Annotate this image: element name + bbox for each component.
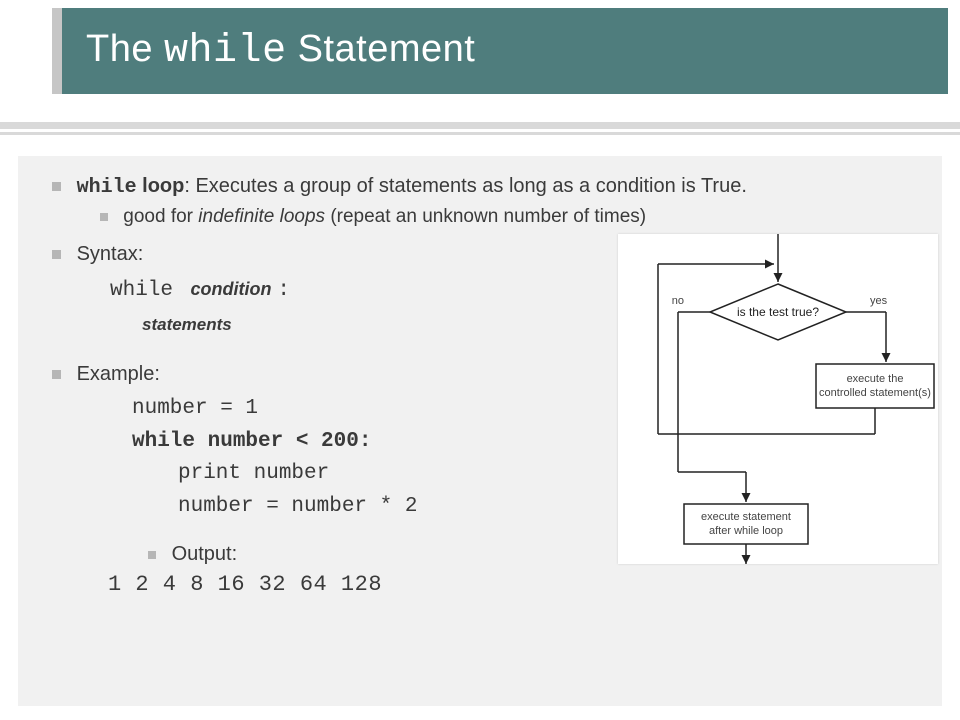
def-rest: : Executes a group of statements as long… <box>184 175 747 197</box>
content-area: while loop: Executes a group of statemen… <box>18 156 942 706</box>
flow-exec1b: controlled statement(s) <box>819 387 931 399</box>
syntax-while: while <box>110 279 173 302</box>
sub-good-pre: good for <box>123 206 198 227</box>
title-post: Statement <box>287 28 476 70</box>
sub-bullet-good: good for indefinite loops (repeat an unk… <box>100 206 926 228</box>
syntax-statements: statements <box>142 315 232 334</box>
flow-no-label: no <box>672 295 684 307</box>
flow-test-label: is the test true? <box>737 305 819 319</box>
title-pre: The <box>86 28 164 70</box>
output-label: Output: <box>172 543 238 565</box>
bullet-icon <box>148 551 156 559</box>
bullet-definition: while loop: Executes a group of statemen… <box>52 174 926 200</box>
bullet-icon <box>52 182 61 191</box>
syntax-label: Syntax: <box>77 243 144 265</box>
flow-exec2b: after while loop <box>709 525 783 537</box>
syntax-condition: condition <box>191 279 272 299</box>
flowchart: is the test true? yes execute the contro… <box>618 234 938 564</box>
title-underline <box>0 122 960 140</box>
flow-exec2a: execute statement <box>701 511 791 523</box>
flow-exec1a: execute the <box>847 373 904 385</box>
title-bar: The while Statement <box>52 8 948 94</box>
syntax-colon: : <box>277 279 290 302</box>
output-values: 1 2 4 8 16 32 64 128 <box>108 572 926 597</box>
sub-good-em: indefinite loops <box>198 206 325 227</box>
slide-title: The while Statement <box>86 28 475 74</box>
rule-top <box>0 122 960 129</box>
def-code: while <box>77 176 137 199</box>
bullet-icon <box>52 370 61 379</box>
rule-bottom <box>0 132 960 135</box>
def-label: loop <box>137 175 185 197</box>
bullet-icon <box>100 213 108 221</box>
sub-good-post: (repeat an unknown number of times) <box>325 206 646 227</box>
bullet-icon <box>52 250 61 259</box>
slide: The while Statement while loop: Executes… <box>0 0 960 720</box>
example-label: Example: <box>77 363 160 385</box>
flow-yes-label: yes <box>870 295 888 307</box>
flowchart-svg: is the test true? yes execute the contro… <box>618 234 938 564</box>
title-code: while <box>164 29 287 74</box>
